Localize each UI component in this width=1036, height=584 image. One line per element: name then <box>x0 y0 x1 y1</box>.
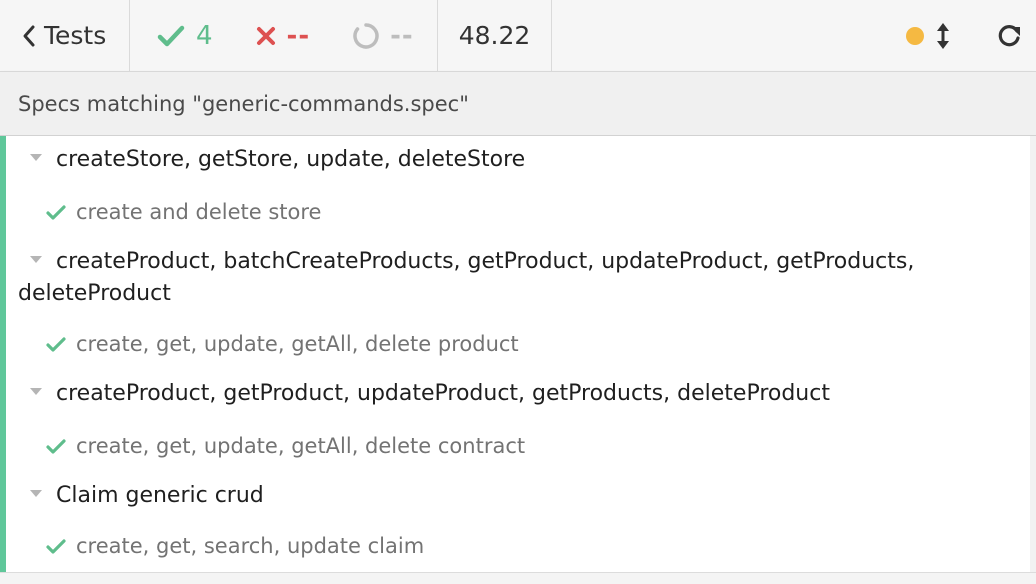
passed-count: 4 <box>196 20 213 51</box>
back-label: Tests <box>44 21 107 50</box>
suite-title[interactable]: Claim generic crud <box>18 480 1018 512</box>
test-row[interactable]: create, get, update, getAll, delete cont… <box>46 431 525 461</box>
test-row[interactable]: create, get, update, getAll, delete prod… <box>46 329 519 359</box>
chevron-left-icon <box>23 25 35 46</box>
test-title: create, get, update, getAll, delete prod… <box>76 332 519 356</box>
scroll-gutter <box>1030 136 1036 573</box>
caret-down-icon[interactable] <box>30 489 42 497</box>
pending-stat: -- <box>352 21 414 51</box>
test-title: create, get, search, update claim <box>76 534 425 558</box>
check-icon <box>46 337 66 352</box>
suite-title[interactable]: createProduct, batchCreateProducts, getP… <box>18 246 1018 310</box>
pending-count: -- <box>390 20 414 51</box>
circle-pending-icon <box>353 22 379 49</box>
test-title: create, get, update, getAll, delete cont… <box>76 434 526 458</box>
stats: 4 -- -- <box>130 0 438 71</box>
test-title: create and delete store <box>76 200 322 224</box>
header-controls <box>896 0 1036 71</box>
duration: 48.22 <box>438 0 552 71</box>
test-row[interactable]: create and delete store <box>46 197 321 227</box>
suite-title[interactable]: createStore, getStore, update, deleteSto… <box>18 144 1018 176</box>
spec-filter-banner: Specs matching "generic-commands.spec" <box>0 72 1036 136</box>
check-icon <box>157 25 185 46</box>
reporter-header: Tests 4 -- -- 48.22 <box>0 0 1036 72</box>
failed-count: -- <box>286 20 311 51</box>
caret-down-icon[interactable] <box>30 153 42 161</box>
check-icon <box>46 539 66 554</box>
check-icon <box>46 439 66 454</box>
test-results: createStore, getStore, update, deleteSto… <box>0 136 1030 573</box>
test-row[interactable]: create, get, search, update claim <box>46 531 424 561</box>
vertical-arrows-icon[interactable] <box>936 22 950 50</box>
reload-icon[interactable] <box>996 23 1022 49</box>
passed-stat: 4 <box>156 21 213 51</box>
check-icon <box>46 205 66 220</box>
reporter-bottom-edge <box>0 572 1036 584</box>
caret-down-icon[interactable] <box>30 387 42 395</box>
suite-title-text: Claim generic crud <box>56 483 264 508</box>
status-dot-icon <box>906 26 924 45</box>
failed-stat: -- <box>255 21 311 51</box>
caret-down-icon[interactable] <box>30 255 42 263</box>
header-spacer <box>552 0 896 71</box>
suite-title[interactable]: createProduct, getProduct, updateProduct… <box>18 378 1018 410</box>
back-to-tests-button[interactable]: Tests <box>0 0 130 71</box>
suite-title-text: createStore, getStore, update, deleteSto… <box>56 147 526 172</box>
x-icon <box>256 26 275 45</box>
suite-title-text: createProduct, getProduct, updateProduct… <box>56 381 830 406</box>
suite-title-text: createProduct, batchCreateProducts, getP… <box>18 249 915 306</box>
